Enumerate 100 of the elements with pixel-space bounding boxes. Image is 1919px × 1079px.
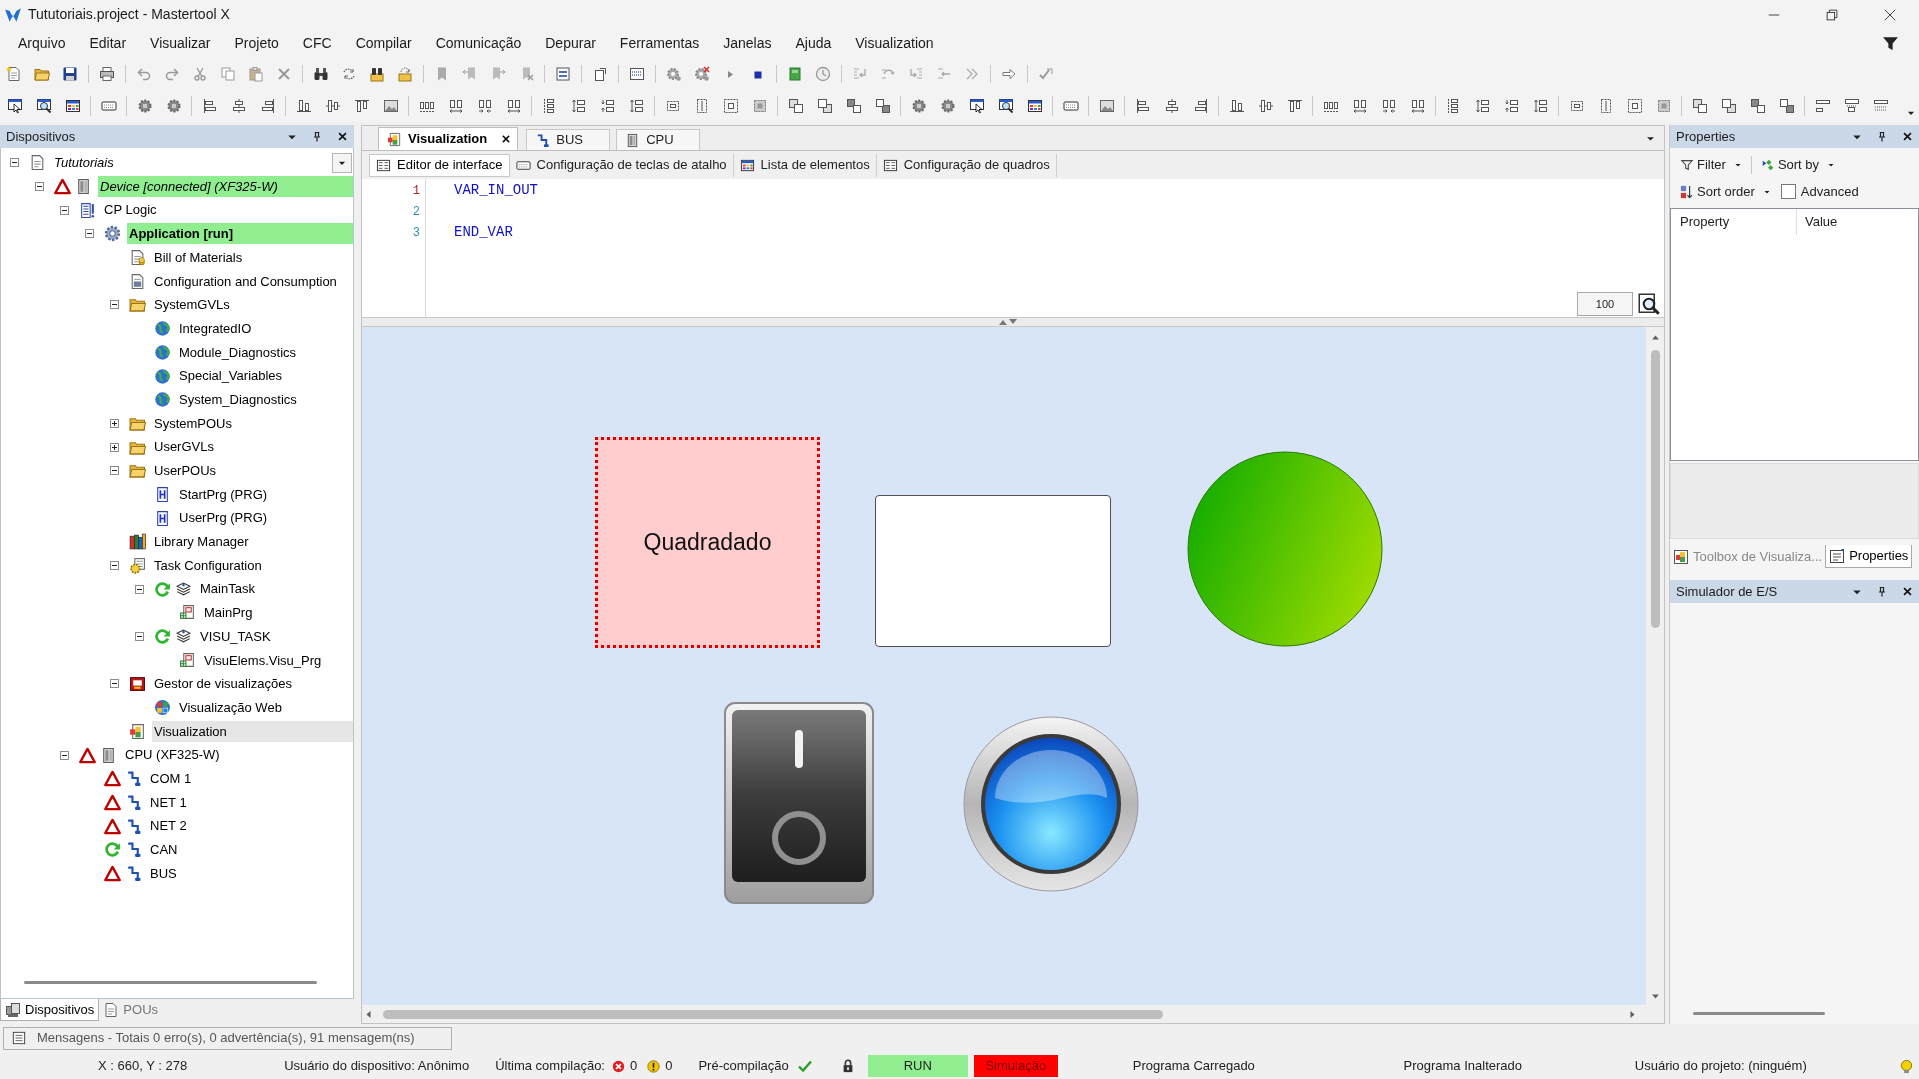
space-vertical-icon[interactable] (599, 97, 616, 114)
editor-subtab[interactable]: Configuração de quadros (876, 153, 1057, 177)
tree-item[interactable]: Tututoriais (52, 152, 118, 174)
tree-item[interactable]: Library Manager (152, 531, 253, 553)
horizontal-scrollbar[interactable] (1693, 1012, 1825, 1015)
scrollbar-thumb[interactable] (383, 1009, 1163, 1019)
collapse-icon[interactable] (109, 561, 119, 571)
close-icon[interactable] (1902, 131, 1913, 142)
close-icon[interactable] (1902, 586, 1913, 597)
bar-layout-icon[interactable] (1814, 97, 1831, 114)
size-frame-icon[interactable] (1626, 97, 1643, 114)
pin-icon[interactable] (311, 130, 323, 143)
image-icon[interactable] (1098, 97, 1115, 114)
binoculars-folder-icon[interactable] (369, 65, 385, 82)
close-icon[interactable] (1884, 8, 1896, 21)
tree-item[interactable]: SystemGVLs (152, 294, 234, 316)
space-horizontal-icon[interactable] (505, 97, 522, 114)
close-icon[interactable] (337, 131, 348, 142)
menu-item[interactable]: Compilar (343, 33, 424, 54)
scrollbar-thumb[interactable] (1650, 350, 1660, 628)
tree-item[interactable]: Task Configuration (152, 555, 266, 577)
bring-forward-icon[interactable] (845, 97, 862, 114)
collapse-icon[interactable] (134, 632, 144, 642)
cog-icon[interactable] (165, 97, 182, 114)
tree-item[interactable]: IntegratedIO (177, 318, 256, 340)
tree-item[interactable]: MainPrg (202, 602, 257, 624)
dotted-grid-icon[interactable] (629, 65, 645, 82)
tree-item[interactable]: Special_Variables (177, 365, 287, 387)
tree-item[interactable]: CPU (XF325-W) (123, 744, 224, 766)
paste-icon[interactable] (248, 65, 264, 82)
tree-item[interactable]: Device [connected] (XF325-W) (98, 176, 353, 198)
space-vertical-icon[interactable] (570, 97, 587, 114)
chip-icon[interactable] (787, 65, 803, 82)
expand-icon[interactable] (109, 442, 119, 452)
new-document-icon[interactable] (6, 65, 22, 82)
zoom-field[interactable]: 100 (1577, 292, 1633, 316)
scroll-down-icon[interactable] (1649, 991, 1661, 1002)
editor-subtab[interactable]: Configuração de teclas de atalho (509, 153, 734, 177)
filter-icon[interactable] (1882, 35, 1899, 52)
bring-front-icon[interactable] (1691, 97, 1708, 114)
dropdown-button[interactable]: Sort order (1680, 181, 1771, 202)
align-bottom-icon[interactable] (353, 97, 370, 114)
size-frame-icon[interactable] (751, 97, 768, 114)
align-right-icon[interactable] (1192, 97, 1209, 114)
delete-icon[interactable] (276, 65, 292, 82)
undo-icon[interactable] (136, 65, 152, 82)
tree-item[interactable]: StartPrg (PRG) (177, 483, 272, 505)
align-bottom-icon[interactable] (1286, 97, 1303, 114)
align-center-icon[interactable] (1163, 97, 1180, 114)
page-arrow-icon[interactable] (592, 65, 608, 82)
tree-item[interactable]: UserPrg (PRG) (177, 507, 272, 529)
space-vertical-icon[interactable] (628, 97, 645, 114)
editor-subtab[interactable]: Lista de elementos (733, 153, 877, 177)
panel-tab[interactable]: POUs (99, 999, 163, 1021)
space-horizontal-icon[interactable] (1351, 97, 1368, 114)
space-vertical-icon[interactable] (1474, 97, 1491, 114)
close-icon[interactable] (501, 134, 512, 144)
space-vertical-icon[interactable] (1503, 97, 1520, 114)
horizontal-scrollbar[interactable] (362, 1005, 1664, 1023)
align-top-icon[interactable] (295, 97, 312, 114)
menu-item[interactable]: CFC (290, 33, 344, 54)
bring-forward-icon[interactable] (1749, 97, 1766, 114)
collapse-icon[interactable] (59, 750, 69, 760)
align-top-icon[interactable] (1228, 97, 1245, 114)
menu-item[interactable]: Editar (77, 33, 139, 54)
send-backward-icon[interactable] (1778, 97, 1795, 114)
tree-item[interactable]: BUS (148, 862, 181, 884)
collapse-icon[interactable] (84, 229, 94, 239)
cog-icon[interactable] (136, 97, 153, 114)
print-icon[interactable] (99, 65, 115, 82)
space-horizontal-icon[interactable] (476, 97, 493, 114)
restore-icon[interactable] (1826, 8, 1838, 21)
redo-icon[interactable] (164, 65, 180, 82)
tree-item[interactable]: CP Logic (102, 199, 161, 221)
tree-item[interactable]: Application [run] (127, 223, 353, 245)
tree-item[interactable]: Configuration and Consumption (152, 270, 341, 292)
tree-item[interactable]: VisuElems.Visu_Prg (202, 649, 326, 671)
menu-item[interactable]: Comunicação (423, 33, 534, 54)
tree-item[interactable]: Visualização Web (177, 697, 286, 719)
editor-subtab[interactable]: Editor de interface (369, 153, 510, 177)
scroll-right-icon[interactable] (1627, 1008, 1638, 1020)
window-pointer-icon[interactable] (968, 97, 985, 114)
panel-tab[interactable]: Properties (1825, 545, 1913, 568)
messages-summary[interactable]: Mensagens - Totais 0 erro(s), 0 advertência(s), 91 mensagem(ns) (37, 1028, 415, 1048)
tree-item[interactable]: Gestor de visualizações (152, 673, 296, 695)
document-tab[interactable]: CPU (616, 129, 701, 150)
tree-item[interactable]: System_Diagnostics (177, 389, 301, 411)
expand-icon[interactable] (109, 418, 119, 428)
menu-item[interactable]: Visualization (843, 33, 946, 54)
tree-item[interactable]: UserGVLs (152, 436, 218, 458)
tree-item[interactable]: CAN (148, 839, 182, 861)
tree-item[interactable]: NET 1 (148, 791, 191, 813)
panel-tab[interactable]: Dispositivos (0, 999, 100, 1021)
space-horizontal-icon[interactable] (447, 97, 464, 114)
send-back-icon[interactable] (816, 97, 833, 114)
menu-item[interactable]: Visualizar (138, 33, 223, 54)
collapse-icon[interactable] (34, 182, 44, 192)
scroll-up-icon[interactable] (1649, 332, 1661, 343)
menu-item[interactable]: Arquivo (6, 33, 78, 54)
collapse-icon[interactable] (134, 584, 144, 594)
